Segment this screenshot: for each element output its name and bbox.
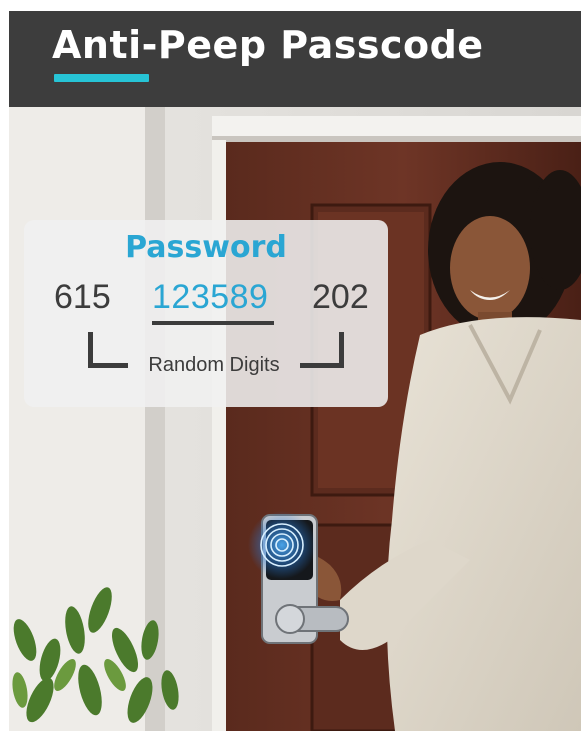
random-digits-caption: Random Digits <box>148 354 280 376</box>
random-prefix-digits: 615 <box>54 278 111 316</box>
right-bracket <box>300 332 344 368</box>
real-password-digits: 123589 <box>152 278 269 316</box>
passcode-card: Password 615 123589 202 Random Digits <box>24 220 388 407</box>
left-bracket <box>88 332 128 368</box>
product-banner: Anti-Peep Passcode Password 615 123589 2… <box>0 0 581 731</box>
title-accent-bar <box>54 74 149 82</box>
banner-title: Anti-Peep Passcode <box>52 23 484 67</box>
password-heading: Password <box>125 230 287 265</box>
password-underline <box>152 321 274 325</box>
random-suffix-digits: 202 <box>312 278 369 316</box>
